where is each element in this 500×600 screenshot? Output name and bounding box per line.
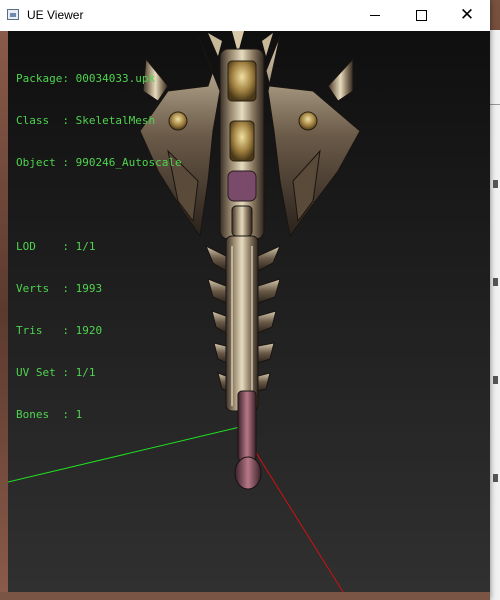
info-class-row: Class : SkeletalMesh [16, 114, 182, 128]
mace-pommel [234, 456, 262, 490]
app-window-icon [7, 9, 19, 20]
mace-spine [225, 235, 259, 412]
info-value: 1993 [75, 282, 103, 295]
info-object-row: Object : 990246_Autoscale [16, 156, 182, 170]
maximize-icon [415, 10, 427, 21]
mace-handle [237, 390, 257, 462]
info-value: 00034033.upk [75, 72, 156, 85]
window-bottom-frame [0, 592, 490, 600]
info-tris-row: Tris : 1920 [16, 324, 182, 338]
close-icon: ✕ [459, 5, 475, 25]
background-window-edge [490, 30, 500, 600]
maximize-button[interactable] [398, 0, 444, 31]
info-uvset-row: UV Set : 1/1 [16, 366, 182, 380]
close-button[interactable]: ✕ [444, 0, 490, 31]
info-label: Verts : [16, 282, 69, 295]
window-left-frame [0, 31, 8, 592]
title-bar[interactable]: UE Viewer ✕ [0, 0, 490, 32]
3d-viewport[interactable]: Package: 00034033.upk Class : SkeletalMe… [8, 31, 490, 592]
info-bones-row: Bones : 1 [16, 408, 182, 422]
info-label: LOD : [16, 240, 69, 253]
info-label: Bones : [16, 408, 69, 421]
info-value: 1/1 [75, 366, 96, 379]
minimize-icon [370, 15, 380, 16]
info-value: SkeletalMesh [75, 114, 156, 127]
info-verts-row: Verts : 1993 [16, 282, 182, 296]
info-label: Package: [16, 72, 69, 85]
info-lod-row: LOD : 1/1 [16, 240, 182, 254]
info-label: UV Set : [16, 366, 69, 379]
info-value: 990246_Autoscale [75, 156, 182, 169]
info-value: 1920 [75, 324, 103, 337]
window-title: UE Viewer [27, 8, 84, 22]
info-package-row: Package: 00034033.upk [16, 72, 182, 86]
info-value: 1 [75, 408, 83, 421]
minimize-button[interactable] [352, 0, 398, 31]
mesh-info-overlay: Package: 00034033.upk Class : SkeletalMe… [16, 44, 182, 450]
info-label: Tris : [16, 324, 69, 337]
ue-viewer-window: UE Viewer ✕ Package: 00034033.upk Class … [0, 0, 490, 600]
info-label: Class : [16, 114, 69, 127]
info-value: 1/1 [75, 240, 96, 253]
info-label: Object : [16, 156, 69, 169]
